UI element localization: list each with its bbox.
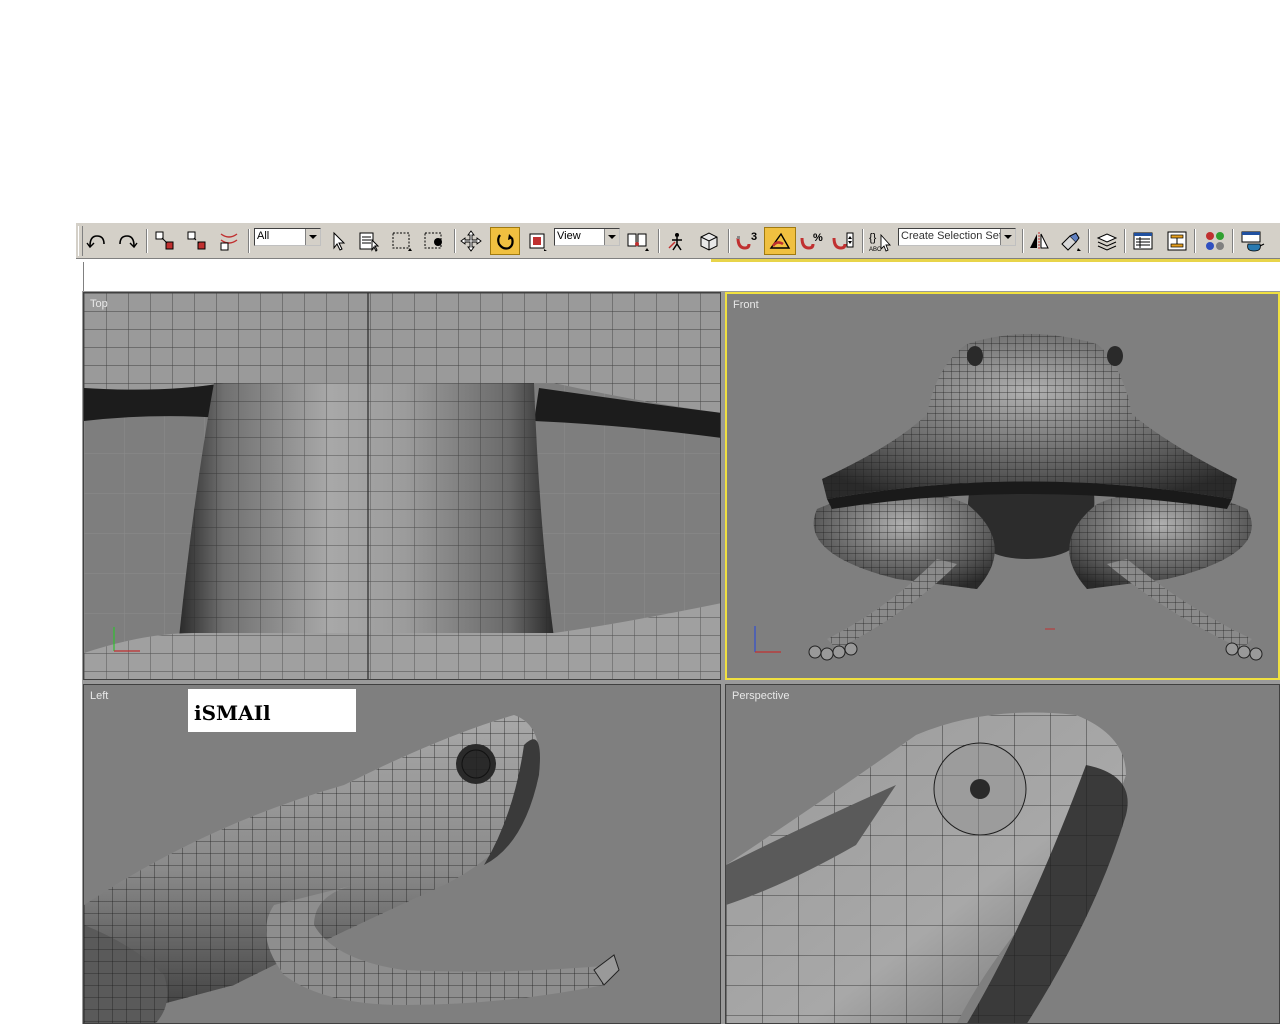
viewport-front[interactable]: Front	[725, 292, 1280, 680]
redo-button[interactable]	[114, 227, 140, 255]
select-and-link-button[interactable]	[152, 227, 178, 255]
toolbar-separator	[1124, 229, 1126, 253]
window-crossing-button[interactable]	[420, 227, 448, 255]
rotate-icon	[497, 234, 514, 250]
toolbar-grip[interactable]	[78, 226, 83, 256]
selection-filter-value: All	[257, 230, 270, 242]
unlink-icon	[187, 231, 206, 250]
snaps-toggle-button[interactable]: 3	[734, 227, 762, 255]
svg-text:{}: {}	[869, 232, 877, 244]
spinner-snap-icon	[832, 232, 854, 250]
named-selection-icon: {} ABC	[869, 232, 892, 253]
viewport-perspective[interactable]: Perspective	[725, 684, 1280, 1024]
undo-icon	[86, 235, 105, 249]
select-and-manipulate-button[interactable]	[664, 227, 690, 255]
track-view-icon	[1133, 232, 1153, 250]
percent-snap-button[interactable]: %	[798, 227, 826, 255]
reference-coordinate-value: View	[557, 230, 581, 242]
named-selection-set-value: Create Selection Set	[901, 230, 1002, 242]
undo-button[interactable]	[84, 227, 110, 255]
select-and-scale-button[interactable]	[524, 227, 550, 255]
layers-icon	[1096, 233, 1118, 251]
select-and-rotate-button[interactable]	[490, 227, 520, 255]
selection-filter-dropdown[interactable]: All	[254, 228, 321, 246]
select-object-button[interactable]	[326, 227, 350, 255]
snap-dimension-label: 3	[751, 231, 757, 243]
pivot-center-button[interactable]	[624, 227, 652, 255]
overlay-watermark-text: iSMAIl	[194, 701, 271, 725]
left-view-mesh	[84, 685, 720, 1023]
chevron-down-icon[interactable]	[305, 229, 320, 245]
bind-to-space-warp-button[interactable]	[216, 227, 242, 255]
unlink-selection-button[interactable]	[184, 227, 210, 255]
spinner-snap-button[interactable]	[830, 227, 856, 255]
command-area-edge	[83, 262, 84, 292]
viewport-left[interactable]: Left	[83, 684, 721, 1024]
chevron-down-icon[interactable]	[604, 229, 619, 245]
edit-named-selection-button[interactable]: {} ABC	[866, 227, 894, 255]
redo-icon	[119, 235, 138, 249]
toolbar-separator	[1088, 229, 1090, 253]
top-view-mesh	[84, 293, 720, 679]
toolbar-separator	[1022, 229, 1024, 253]
viewport-label[interactable]: Left	[90, 690, 108, 702]
edit-named-sel-label: ABC	[869, 247, 882, 253]
select-by-name-icon	[359, 232, 380, 252]
pivot-center-icon	[627, 233, 649, 251]
main-toolbar: All View 3 % {} ABC Create Selection Set	[76, 222, 1280, 259]
manipulate-icon	[668, 233, 682, 251]
overlay-watermark-box: iSMAIl	[188, 689, 356, 732]
percent-snap-label: %	[813, 232, 823, 244]
teapot-render-icon	[1241, 231, 1265, 252]
move-icon	[460, 230, 482, 252]
align-button[interactable]	[1056, 227, 1084, 255]
magnet-snap-icon: 3	[736, 231, 757, 250]
mirror-button[interactable]	[1026, 227, 1052, 255]
front-view-mesh	[727, 294, 1278, 678]
material-editor-button[interactable]	[1202, 227, 1228, 255]
select-and-move-button[interactable]	[458, 227, 484, 255]
toolbar-separator	[658, 229, 660, 253]
chevron-down-icon[interactable]	[1000, 229, 1015, 245]
space-warp-icon	[220, 233, 238, 251]
keyboard-shortcut-override-button[interactable]	[696, 227, 722, 255]
named-selection-set-dropdown[interactable]: Create Selection Set	[898, 228, 1016, 246]
toolbar-separator	[454, 229, 456, 253]
window-crossing-icon	[424, 232, 442, 249]
toolbar-separator	[728, 229, 730, 253]
render-scene-button[interactable]	[1238, 227, 1268, 255]
select-by-name-button[interactable]	[356, 227, 382, 255]
toolbar-separator	[248, 229, 250, 253]
link-icon	[155, 231, 174, 250]
mirror-icon	[1030, 232, 1049, 250]
toolbar-accent-strip	[711, 259, 1280, 262]
viewport-label[interactable]: Perspective	[732, 690, 789, 702]
arrow-pointer-icon	[333, 231, 346, 251]
toolbar-separator	[146, 229, 148, 253]
schematic-view-icon	[1167, 231, 1187, 251]
angle-snap-toggle-button[interactable]	[764, 227, 796, 255]
scale-icon	[529, 233, 547, 251]
toolbar-separator	[1194, 229, 1196, 253]
viewport-label[interactable]: Top	[90, 298, 108, 310]
viewport-top[interactable]: Top	[83, 292, 721, 680]
toolbar-separator	[1232, 229, 1234, 253]
box-icon	[700, 232, 718, 251]
rectangular-selection-region-button[interactable]	[388, 227, 416, 255]
material-spheres-icon	[1206, 232, 1224, 250]
schematic-view-button[interactable]	[1164, 227, 1190, 255]
angle-snap-icon	[769, 232, 791, 249]
layer-manager-button[interactable]	[1094, 227, 1120, 255]
curve-editor-button[interactable]	[1130, 227, 1156, 255]
reference-coordinate-dropdown[interactable]: View	[554, 228, 620, 246]
percent-snap-icon: %	[800, 232, 823, 250]
toolbar-separator	[862, 229, 864, 253]
rect-selection-icon	[392, 232, 412, 251]
viewport-label[interactable]: Front	[733, 299, 759, 311]
align-icon	[1061, 232, 1081, 251]
perspective-view-mesh	[726, 685, 1279, 1023]
